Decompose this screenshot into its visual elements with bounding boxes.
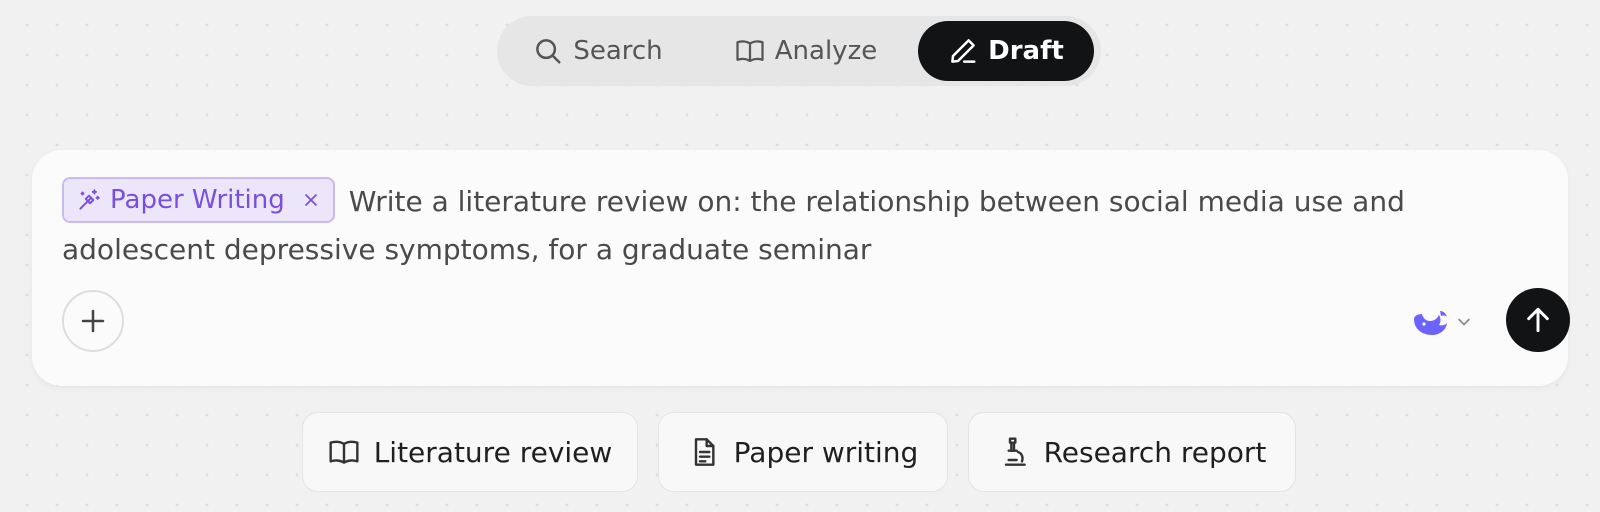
book-open-icon <box>328 436 360 468</box>
send-button[interactable] <box>1506 288 1570 352</box>
pen-icon <box>948 36 978 66</box>
plus-icon <box>78 306 108 336</box>
suggestion-bar: Literature review Paper writing Research… <box>0 412 1600 492</box>
prompt-composer: Paper Writing Write a literature review … <box>32 150 1570 386</box>
book-open-icon <box>735 36 765 66</box>
paper-writing-tag: Paper Writing <box>62 177 335 223</box>
tab-draft[interactable]: Draft <box>918 21 1094 81</box>
mode-switcher: Search Analyze Draft <box>497 16 1101 86</box>
prompt-input[interactable]: Paper Writing Write a literature review … <box>62 177 1532 274</box>
tab-draft-label: Draft <box>988 36 1064 66</box>
tag-label: Paper Writing <box>110 185 285 215</box>
arrow-up-icon <box>1522 304 1554 336</box>
add-attachment-button[interactable] <box>62 290 124 352</box>
chevron-down-icon <box>1454 312 1474 332</box>
suggestion-research-report[interactable]: Research report <box>968 412 1296 492</box>
search-icon <box>533 36 563 66</box>
close-icon[interactable] <box>301 190 321 210</box>
suggestion-paper-writing[interactable]: Paper writing <box>658 412 948 492</box>
tab-analyze-label: Analyze <box>774 36 878 66</box>
tab-search[interactable]: Search <box>502 21 694 81</box>
magic-wand-icon <box>76 187 102 213</box>
suggestion-label: Literature review <box>373 435 613 469</box>
suggestion-literature-review[interactable]: Literature review <box>302 412 638 492</box>
microscope-icon <box>998 436 1030 468</box>
document-icon <box>688 436 720 468</box>
suggestion-label: Research report <box>1043 435 1267 469</box>
suggestion-label: Paper writing <box>733 435 919 469</box>
model-selector[interactable] <box>1410 302 1474 342</box>
whale-icon <box>1410 305 1450 339</box>
tab-analyze[interactable]: Analyze <box>700 21 912 81</box>
tab-search-label: Search <box>573 36 663 66</box>
